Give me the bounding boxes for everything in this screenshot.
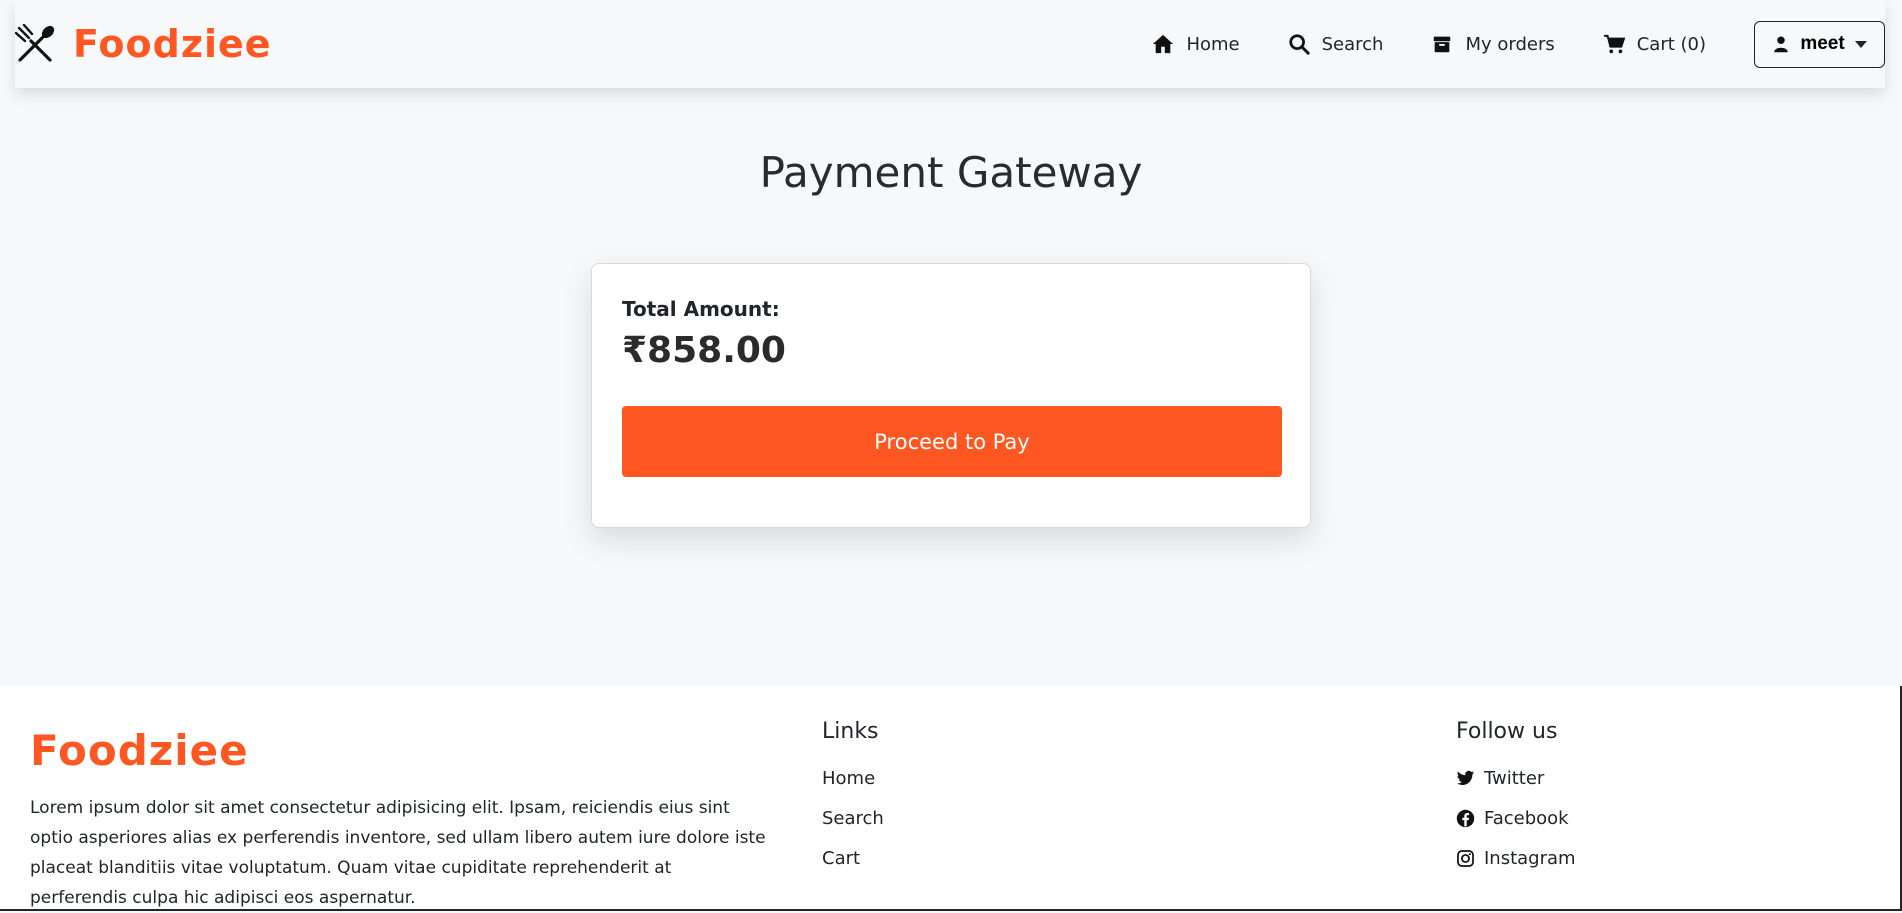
nav-home-label: Home xyxy=(1186,33,1240,55)
nav-search-label: Search xyxy=(1321,33,1384,55)
total-amount-label: Total Amount: xyxy=(622,297,780,321)
brand[interactable]: Foodziee xyxy=(15,22,272,66)
social-instagram-label: Instagram xyxy=(1484,848,1576,869)
footer: Foodziee Lorem ipsum dolor sit amet cons… xyxy=(0,686,1902,911)
brand-name: Foodziee xyxy=(73,22,272,66)
footer-link-search[interactable]: Search xyxy=(822,808,884,829)
fork-spoon-icon xyxy=(15,24,55,62)
social-facebook-label: Facebook xyxy=(1484,808,1569,829)
total-amount-value: ₹858.00 xyxy=(622,330,786,371)
nav-cart[interactable]: Cart (0) xyxy=(1603,33,1706,55)
twitter-icon xyxy=(1456,770,1475,785)
footer-description: Lorem ipsum dolor sit amet consectetur a… xyxy=(30,798,766,908)
social-twitter[interactable]: Twitter xyxy=(1456,768,1544,789)
home-icon xyxy=(1153,34,1174,54)
nav-menu: Home Search My orders Cart (0) meet xyxy=(1152,0,1885,88)
footer-brand: Foodziee xyxy=(30,726,249,775)
facebook-icon xyxy=(1456,809,1475,828)
nav-home[interactable]: Home xyxy=(1152,33,1240,55)
nav-search[interactable]: Search xyxy=(1288,33,1384,55)
navbar: Foodziee Home Search My orders Cart (0) … xyxy=(15,0,1885,88)
footer-link-home[interactable]: Home xyxy=(822,768,875,789)
user-icon xyxy=(1774,36,1789,53)
payment-card: Total Amount: ₹858.00 Proceed to Pay xyxy=(591,263,1311,528)
nav-my-orders[interactable]: My orders xyxy=(1431,33,1555,55)
links-title: Links xyxy=(822,719,879,744)
chevron-down-icon xyxy=(1854,40,1867,48)
social-instagram[interactable]: Instagram xyxy=(1456,848,1576,869)
instagram-icon xyxy=(1457,850,1474,867)
cart-icon xyxy=(1603,34,1625,54)
user-menu-button[interactable]: meet xyxy=(1754,20,1885,68)
nav-cart-label: Cart (0) xyxy=(1636,33,1706,55)
social-twitter-label: Twitter xyxy=(1484,768,1545,789)
user-name: meet xyxy=(1800,33,1845,54)
footer-link-cart[interactable]: Cart xyxy=(822,848,860,869)
search-icon xyxy=(1288,34,1310,55)
box-icon xyxy=(1434,36,1451,53)
follow-us-title: Follow us xyxy=(1456,719,1558,744)
nav-my-orders-label: My orders xyxy=(1465,33,1555,55)
page-title: Payment Gateway xyxy=(759,148,1143,197)
proceed-to-pay-button[interactable]: Proceed to Pay xyxy=(622,406,1282,477)
social-facebook[interactable]: Facebook xyxy=(1456,808,1569,829)
